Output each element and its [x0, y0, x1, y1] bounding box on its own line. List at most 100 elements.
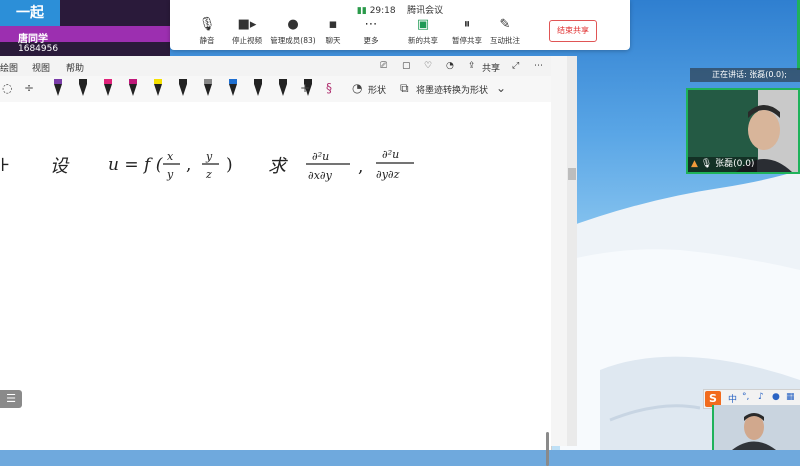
ink-to-shape-label[interactable]: 将墨迹转换为形状 — [416, 83, 488, 96]
pen-3[interactable] — [102, 79, 114, 97]
signal-icon: ▮▮ — [356, 6, 367, 16]
meeting-header: ▮▮ 29:18 腾讯会议 — [170, 3, 630, 16]
pen-body-icon — [179, 84, 187, 96]
frac1-den: y — [166, 168, 174, 181]
close-paren: ) — [226, 155, 233, 175]
pen-10[interactable] — [277, 79, 289, 97]
page-list-button[interactable]: ☰ — [0, 390, 22, 408]
person-icon: ▲ — [691, 159, 698, 169]
ink-to-shape-icon[interactable]: ⧉ — [400, 81, 409, 96]
ime-person-icon[interactable]: ● — [772, 392, 780, 402]
speaker-name: 张磊(0.0) — [715, 159, 755, 169]
pen-body-icon — [229, 84, 237, 96]
pen-2[interactable] — [77, 79, 89, 97]
mute-label: 静音 — [199, 36, 215, 45]
add-pen-icon[interactable]: + — [300, 81, 310, 95]
scrollbar-track[interactable] — [567, 56, 577, 446]
pen-body-icon — [129, 84, 137, 96]
stop-video-label: 停止视频 — [232, 36, 262, 45]
pen-body-icon — [254, 84, 262, 96]
u-equals: u = f ( — [108, 155, 163, 175]
stop-video-button[interactable]: ■▸ 停止视频 — [224, 17, 270, 46]
pen-4[interactable] — [127, 79, 139, 97]
menu-help[interactable]: 帮助 — [66, 61, 84, 74]
partial1-den: ∂x∂y — [308, 169, 333, 182]
pen-9[interactable] — [252, 79, 264, 97]
canvas-scrollbar[interactable] — [546, 432, 549, 466]
scrollbar-thumb[interactable] — [568, 168, 576, 180]
expand-icon[interactable]: ⤢ — [512, 61, 519, 71]
bell-icon[interactable]: ◔ — [446, 61, 454, 71]
side-scroll-strip — [551, 56, 577, 446]
more-button[interactable]: ⋯ 更多 — [348, 17, 394, 46]
self-camera-preview — [712, 405, 800, 450]
menu-view[interactable]: 视图 — [32, 61, 50, 74]
new-share-button[interactable]: ▣ 新的共享 — [400, 17, 446, 46]
shapes-label[interactable]: 形状 — [368, 83, 386, 96]
ink-canvas[interactable]: ⊦ 设 u = f ( x y , y z ) 求 ∂²u ∂x∂y , ∂²u… — [0, 102, 551, 466]
notebook-window: 绘图 视图 帮助 ⎚ ▢ ♡ ◔ ⇪ 共享 ⤢ ⋯ ◌ ÷ + § ◔ 形状 ⧉… — [0, 56, 552, 466]
notebook-menubar: 绘图 视图 帮助 ⎚ ▢ ♡ ◔ ⇪ 共享 ⤢ ⋯ — [0, 56, 551, 76]
chevron-down-icon[interactable]: ⌄ — [496, 81, 506, 95]
given-word: 设 — [50, 156, 70, 177]
shapes-icon[interactable]: ◔ — [352, 81, 362, 95]
pen-body-icon — [204, 84, 212, 96]
pen-body-icon — [104, 84, 112, 96]
class-app-strip: 一起 唐同学 1684956 — [0, 0, 170, 56]
end-share-button[interactable]: 结束共享 — [549, 20, 597, 42]
meeting-toolbar: ▮▮ 29:18 腾讯会议 🎙 静音 ■▸ 停止视频 ● 管理成员(83) ▪ … — [170, 0, 630, 50]
now-speaking-bar: 正在讲话: 张磊(0.0); — [690, 68, 800, 82]
pen-1[interactable] — [52, 79, 64, 97]
speaker-name-label: ▲ 🎙 张磊(0.0) — [688, 157, 758, 172]
pen-8[interactable] — [227, 79, 239, 97]
app-logo: 一起 — [0, 0, 60, 26]
annotate-icon: ✎ — [499, 17, 511, 32]
ime-mic-icon[interactable]: ♪ — [758, 392, 764, 402]
partial1-num: ∂²u — [312, 150, 329, 163]
chat-label: 聊天 — [325, 36, 341, 45]
student-badge: 唐同学 — [18, 34, 48, 45]
pause-share-label: 暂停共享 — [452, 36, 482, 45]
insert-space-icon[interactable]: ÷ — [24, 81, 34, 95]
video-camera-icon: ■▸ — [237, 17, 257, 32]
meeting-time: 29:18 — [369, 6, 396, 16]
manage-members-label: 管理成员(83) — [270, 36, 316, 45]
pen-7[interactable] — [202, 79, 214, 97]
self-portrait — [714, 405, 800, 450]
share-icon[interactable]: ⇪ — [468, 61, 476, 71]
new-share-label: 新的共享 — [408, 36, 438, 45]
more-label: 更多 — [363, 36, 379, 45]
ink-replay-icon[interactable]: § — [326, 81, 332, 95]
pen-6[interactable] — [177, 79, 189, 97]
lasso-icon[interactable]: ◌ — [2, 81, 12, 95]
lightbulb-icon[interactable]: ♡ — [424, 61, 432, 71]
cast-icon[interactable]: ⎚ — [380, 61, 387, 71]
punctuation-icon[interactable]: °, — [742, 392, 749, 402]
partial2-den: ∂y∂z — [376, 168, 400, 181]
annotate-button[interactable]: ✎ 互动批注 — [482, 17, 528, 46]
frac2-num: y — [205, 150, 213, 163]
comma-2: , — [358, 157, 363, 177]
frac2-den: z — [205, 168, 212, 181]
comma-1: , — [186, 155, 191, 175]
more-icon: ⋯ — [364, 17, 378, 32]
handwritten-math: ⊦ 设 u = f ( x y , y z ) 求 ∂²u ∂x∂y , ∂²u… — [0, 148, 414, 182]
frac1-num: x — [167, 150, 174, 163]
room-id: 1684956 — [18, 44, 59, 54]
margin-mark: ⊦ — [0, 155, 10, 176]
menu-draw[interactable]: 绘图 — [0, 61, 18, 74]
pen-toolbar: ◌ ÷ + § ◔ 形状 ⧉ 将墨迹转换为形状 ⌄ — [0, 76, 551, 103]
pen-body-icon — [54, 84, 62, 96]
share-label[interactable]: 共享 — [482, 61, 500, 74]
page-icon[interactable]: ▢ — [402, 61, 411, 71]
meeting-title: 腾讯会议 — [407, 6, 444, 16]
pen-body-icon — [154, 84, 162, 96]
mic-icon: 🎙 — [700, 159, 713, 169]
partial2-num: ∂²u — [382, 148, 399, 161]
pen-body-icon — [79, 84, 87, 96]
annotate-label: 互动批注 — [490, 36, 520, 45]
ime-grid-icon[interactable]: ▦ — [786, 392, 795, 402]
pen-5[interactable] — [152, 79, 164, 97]
more-icon[interactable]: ⋯ — [534, 61, 543, 71]
ime-mode[interactable]: 中 — [728, 392, 737, 405]
